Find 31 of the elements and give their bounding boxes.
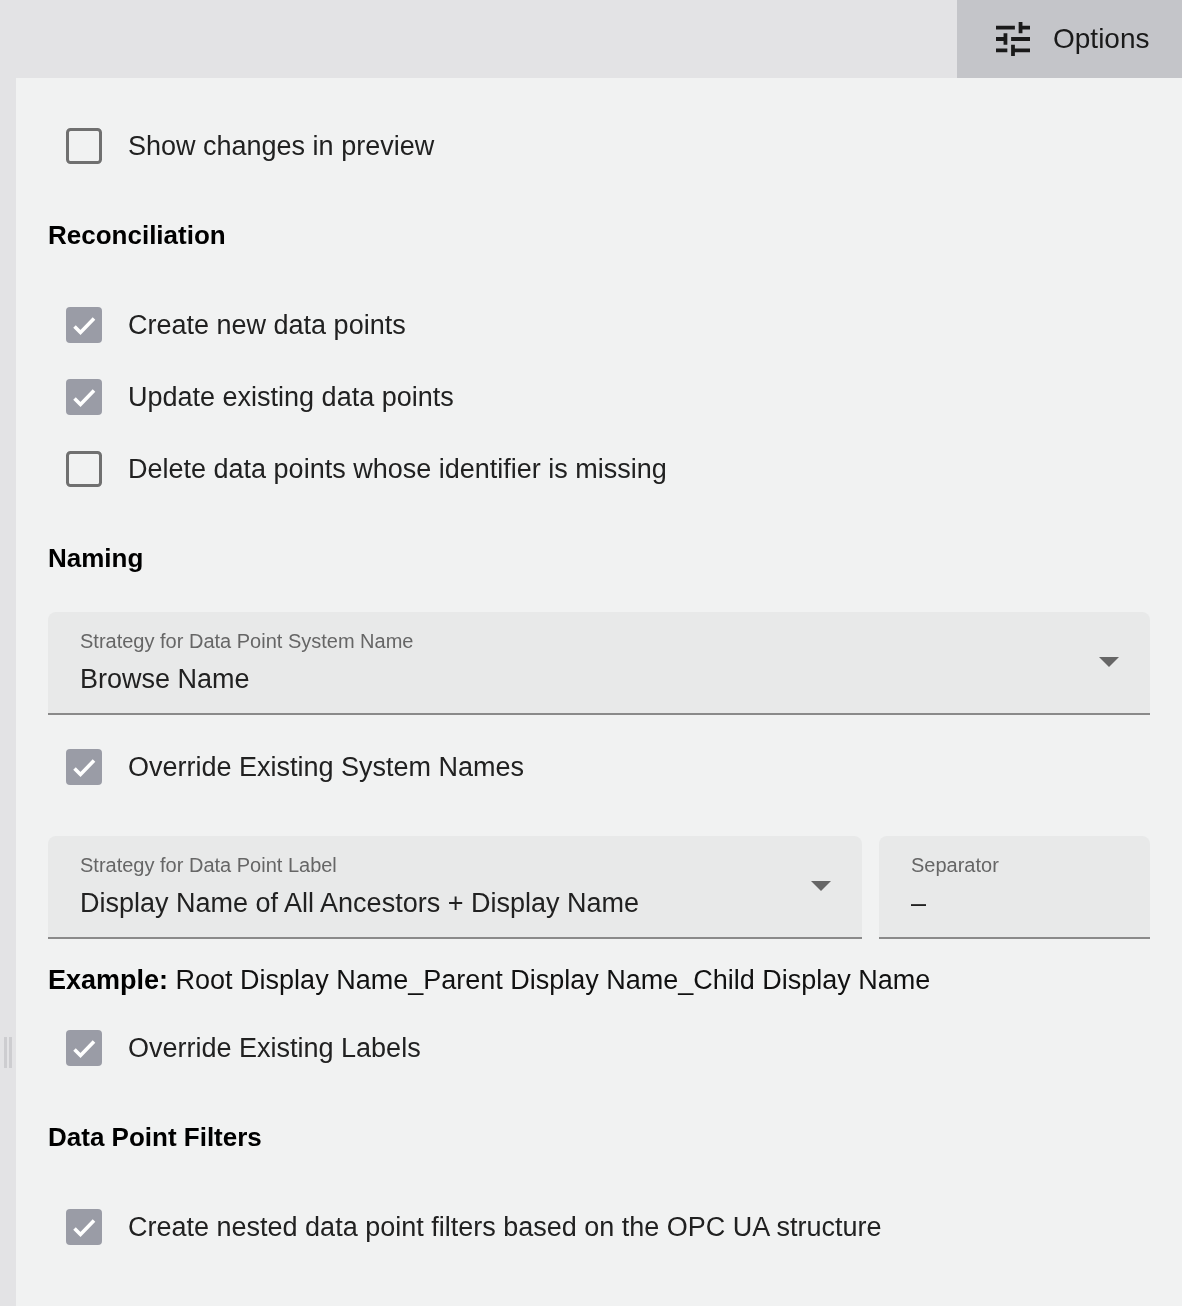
select-field[interactable]: Strategy for Data Point System Name Browse Name: [48, 612, 1150, 715]
field-value: Display Name of All Ancestors + Display Name: [80, 887, 639, 920]
checkbox[interactable]: [66, 749, 102, 785]
text-field[interactable]: Separator –: [879, 836, 1150, 939]
caret-down-icon: [811, 881, 831, 891]
caret-down-icon: [1099, 657, 1119, 667]
checkbox[interactable]: [66, 307, 102, 343]
field-label: Separator: [911, 853, 999, 878]
checkbox-label: Update existing data points: [128, 381, 454, 414]
checkbox-label: Create new data points: [128, 309, 406, 342]
field-value: Browse Name: [80, 663, 250, 696]
section-heading: Data Point Filters: [48, 1121, 262, 1153]
checkbox-label: Override Existing System Names: [128, 751, 525, 784]
section-heading: Reconciliation: [48, 219, 226, 251]
checkbox-label: Show changes in preview: [128, 130, 435, 163]
field-value: –: [911, 887, 927, 920]
checkbox[interactable]: [66, 451, 102, 487]
checkbox[interactable]: [66, 128, 102, 164]
checkbox-label: Override Existing Labels: [128, 1032, 421, 1065]
example-text: Example: Root Display Name_Parent Display Name_Child Display Name: [48, 964, 931, 996]
select-field[interactable]: Strategy for Data Point Label Display Name of All Ancestors + Display Name: [48, 836, 862, 939]
section-heading: Naming: [48, 542, 144, 574]
checkbox-label: Create nested data point filters based on the OPC UA structure: [128, 1211, 882, 1244]
checkbox[interactable]: [66, 379, 102, 415]
field-label: Strategy for Data Point System Name: [80, 629, 414, 654]
sliders-icon: [995, 22, 1031, 56]
field-label: Strategy for Data Point Label: [80, 853, 337, 878]
checkbox[interactable]: [66, 1030, 102, 1066]
checkbox-label: Delete data points whose identifier is missing: [128, 453, 667, 486]
checkbox[interactable]: [66, 1209, 102, 1245]
options-button[interactable]: Options: [957, 0, 1182, 78]
